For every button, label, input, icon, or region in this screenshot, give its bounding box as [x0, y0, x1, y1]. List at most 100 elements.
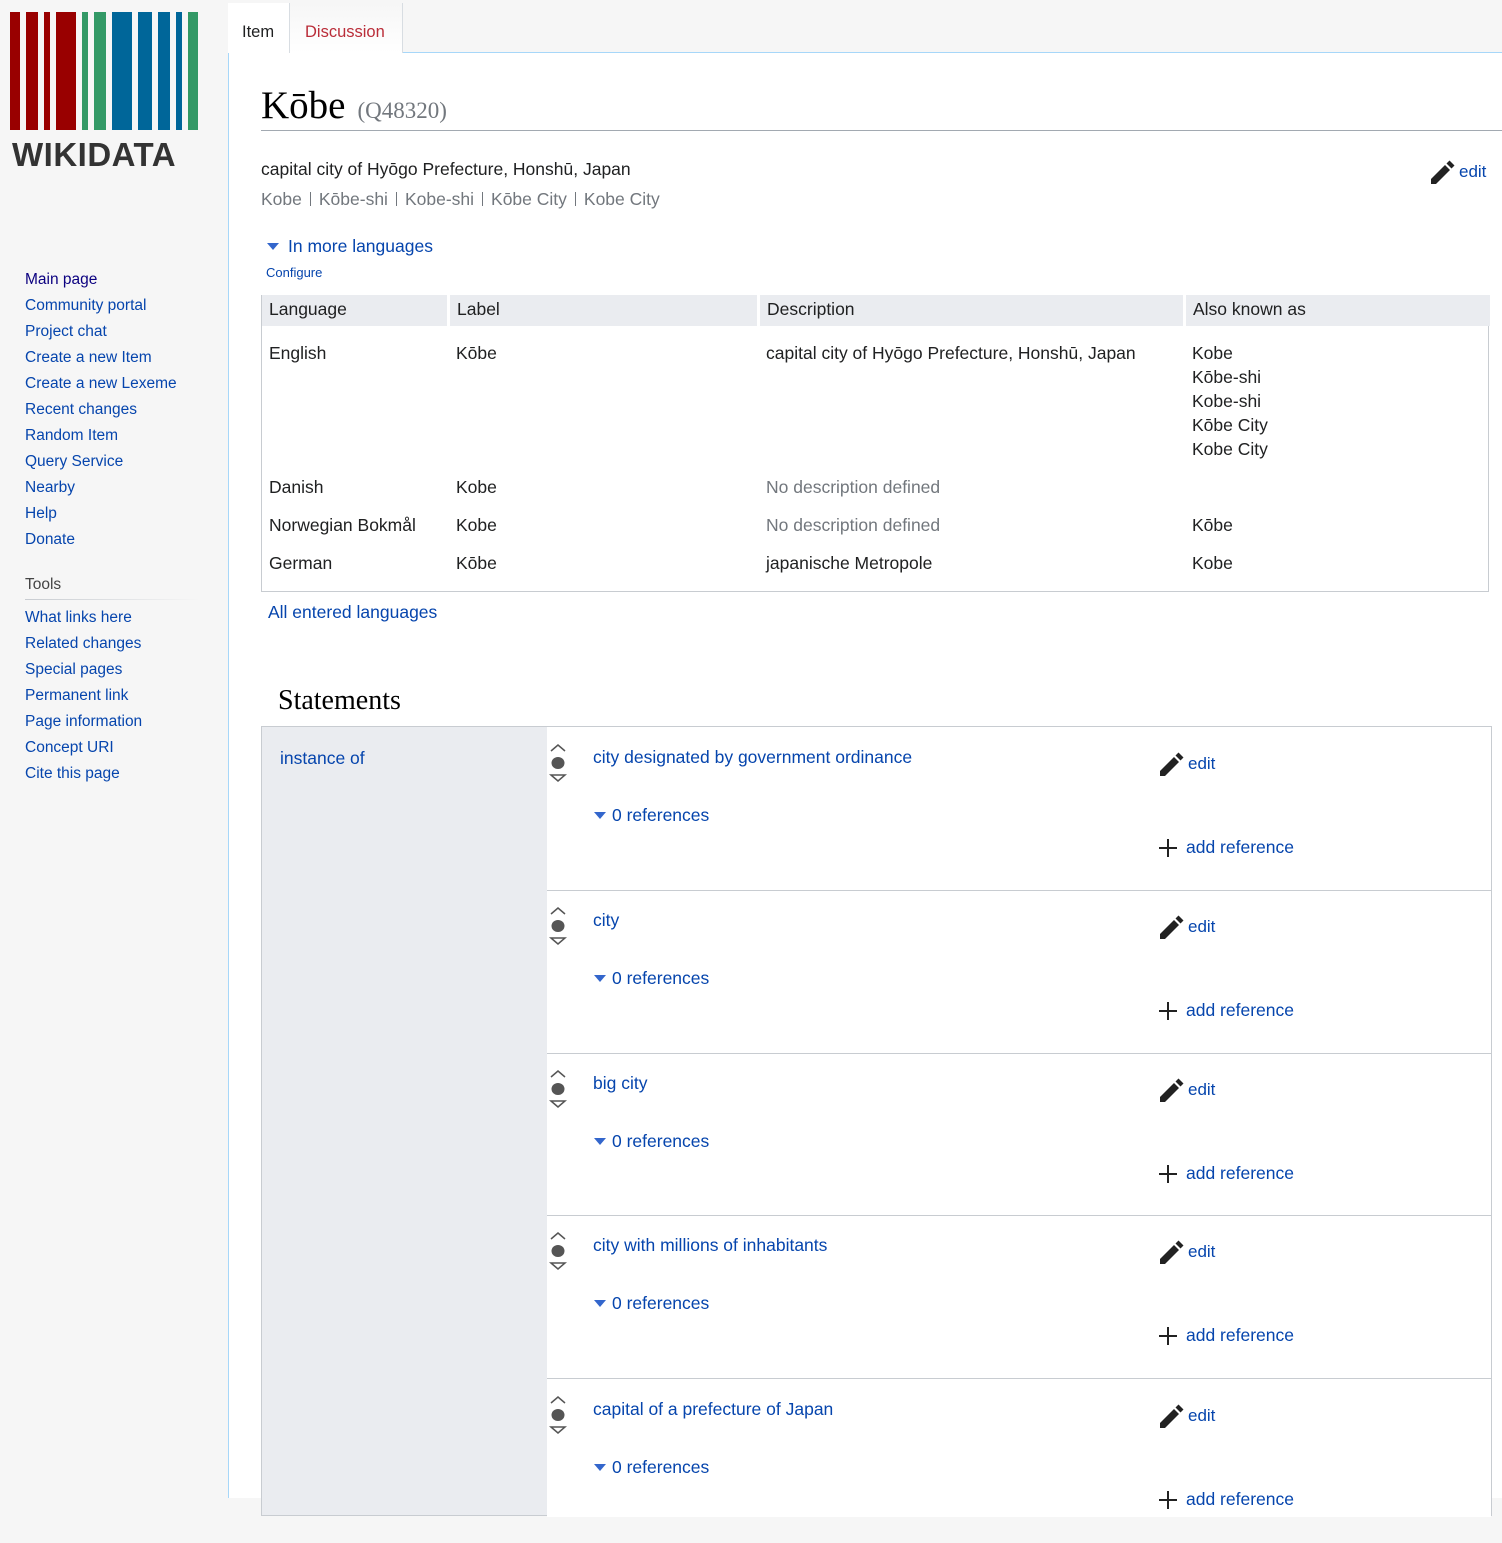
- nav-recent-changes[interactable]: Recent changes: [25, 401, 137, 418]
- language-alias: Kobe City: [1192, 439, 1268, 459]
- property-link[interactable]: instance of: [280, 748, 365, 769]
- statement: big city edit 0 references add reference: [547, 1053, 1491, 1216]
- add-reference-button[interactable]: add reference: [1159, 1000, 1294, 1021]
- header-edit-button[interactable]: edit: [1427, 157, 1486, 187]
- tool-cite-page[interactable]: Cite this page: [25, 765, 120, 782]
- references-count: 0 references: [612, 968, 710, 988]
- rank-selector-icon[interactable]: [549, 906, 567, 946]
- more-languages-toggle[interactable]: In more languages: [267, 236, 433, 257]
- edit-label: edit: [1459, 162, 1487, 181]
- tool-concept-uri[interactable]: Concept URI: [25, 739, 114, 756]
- tool-special-pages[interactable]: Special pages: [25, 661, 122, 678]
- item-aliases: Kobe Kōbe-shi Kobe-shi Kōbe City Kobe City: [261, 189, 660, 210]
- rank-selector-icon[interactable]: [549, 1231, 567, 1271]
- caret-down-icon: [594, 1138, 606, 1145]
- add-reference-button[interactable]: add reference: [1159, 1325, 1294, 1346]
- nav-random-item[interactable]: Random Item: [25, 427, 118, 444]
- language-label: Kobe: [456, 477, 497, 497]
- references-toggle[interactable]: 0 references: [594, 1457, 709, 1478]
- header-label: Label: [450, 295, 757, 326]
- statement-value[interactable]: city designated by government ordinance: [593, 747, 912, 768]
- page-title: Kōbe (Q48320): [261, 83, 1502, 131]
- languages-table: Language Label Description Also known as…: [261, 295, 1490, 592]
- statement-edit-button[interactable]: edit: [1156, 1401, 1215, 1431]
- references-toggle[interactable]: 0 references: [594, 1293, 709, 1314]
- alias: Kobe: [261, 189, 302, 209]
- caret-down-icon: [267, 243, 279, 250]
- language-label: Kobe: [456, 515, 497, 535]
- nav-create-lexeme[interactable]: Create a new Lexeme: [25, 375, 177, 392]
- references-toggle[interactable]: 0 references: [594, 1131, 709, 1152]
- languages-table-header: Language Label Description Also known as: [262, 295, 1490, 326]
- item-description: capital city of Hyōgo Prefecture, Honshū…: [261, 159, 631, 179]
- edit-label: edit: [1188, 754, 1216, 773]
- header-aliases: Also known as: [1186, 295, 1490, 326]
- language-name: English: [269, 343, 327, 363]
- configure-link[interactable]: Configure: [266, 265, 322, 280]
- tab-discussion[interactable]: Discussion: [289, 3, 403, 53]
- add-reference-label: add reference: [1186, 837, 1294, 857]
- tool-permanent-link[interactable]: Permanent link: [25, 687, 128, 704]
- statement-list: city designated by government ordinance …: [547, 727, 1491, 1517]
- language-alias: Kobe: [1192, 343, 1233, 363]
- add-reference-label: add reference: [1186, 1489, 1294, 1509]
- nav-nearby[interactable]: Nearby: [25, 479, 75, 496]
- add-reference-button[interactable]: add reference: [1159, 1489, 1294, 1510]
- caret-down-icon: [594, 1300, 606, 1307]
- statement-edit-button[interactable]: edit: [1156, 1237, 1215, 1267]
- caret-down-icon: [594, 812, 606, 819]
- nav-community-portal[interactable]: Community portal: [25, 297, 146, 314]
- edit-label: edit: [1188, 1242, 1216, 1261]
- rank-selector-icon[interactable]: [549, 1395, 567, 1435]
- caret-down-icon: [594, 975, 606, 982]
- pencil-icon: [1431, 160, 1455, 184]
- statement-value[interactable]: big city: [593, 1073, 647, 1094]
- tool-page-information[interactable]: Page information: [25, 713, 142, 730]
- language-name: Norwegian Bokmål: [269, 515, 416, 535]
- pencil-icon: [1160, 752, 1184, 776]
- statement-edit-button[interactable]: edit: [1156, 912, 1215, 942]
- tools-heading: Tools: [25, 576, 62, 593]
- item-id: (Q48320): [357, 98, 447, 123]
- plus-icon: [1159, 1164, 1177, 1183]
- tool-related-changes[interactable]: Related changes: [25, 635, 141, 652]
- references-count: 0 references: [612, 805, 710, 825]
- nav-project-chat[interactable]: Project chat: [25, 323, 107, 340]
- edit-label: edit: [1188, 917, 1216, 936]
- rank-selector-icon[interactable]: [549, 1069, 567, 1109]
- all-languages-link[interactable]: All entered languages: [268, 602, 437, 623]
- nav-query-service[interactable]: Query Service: [25, 453, 123, 470]
- sidebar: WIKIDATA Main page Community portal Proj…: [0, 0, 226, 1498]
- statement-edit-button[interactable]: edit: [1156, 749, 1215, 779]
- statements-heading: Statements: [278, 685, 401, 716]
- add-reference-button[interactable]: add reference: [1159, 837, 1294, 858]
- nav-help[interactable]: Help: [25, 505, 57, 522]
- tool-what-links-here[interactable]: What links here: [25, 609, 132, 626]
- plus-icon: [1159, 1001, 1177, 1020]
- wikidata-logo[interactable]: WIKIDATA: [10, 12, 200, 173]
- more-languages-label: In more languages: [288, 236, 433, 256]
- nav-donate[interactable]: Donate: [25, 531, 75, 548]
- statement: city edit 0 references add reference: [547, 890, 1491, 1054]
- tab-item[interactable]: Item: [228, 3, 289, 53]
- references-count: 0 references: [612, 1457, 710, 1477]
- references-toggle[interactable]: 0 references: [594, 968, 709, 989]
- nav-main-page[interactable]: Main page: [25, 271, 97, 288]
- statement-value[interactable]: city: [593, 910, 619, 931]
- language-name: German: [269, 553, 333, 573]
- statement-value[interactable]: capital of a prefecture of Japan: [593, 1399, 833, 1420]
- statement: capital of a prefecture of Japan edit 0 …: [547, 1379, 1491, 1543]
- rank-selector-icon[interactable]: [549, 743, 567, 783]
- pencil-icon: [1160, 915, 1184, 939]
- nav-create-item[interactable]: Create a new Item: [25, 349, 152, 366]
- add-reference-button[interactable]: add reference: [1159, 1163, 1294, 1184]
- statement-edit-button[interactable]: edit: [1156, 1075, 1215, 1105]
- main-content: Kōbe (Q48320) capital city of Hyōgo Prefe…: [228, 53, 1502, 1517]
- caret-down-icon: [594, 1464, 606, 1471]
- language-alias: Kōbe-shi: [1192, 367, 1262, 387]
- add-reference-label: add reference: [1186, 1163, 1294, 1183]
- references-toggle[interactable]: 0 references: [594, 805, 709, 826]
- statement-value[interactable]: city with millions of inhabitants: [593, 1235, 827, 1256]
- language-description: japanische Metropole: [766, 553, 933, 573]
- alias: Kōbe City: [491, 189, 567, 209]
